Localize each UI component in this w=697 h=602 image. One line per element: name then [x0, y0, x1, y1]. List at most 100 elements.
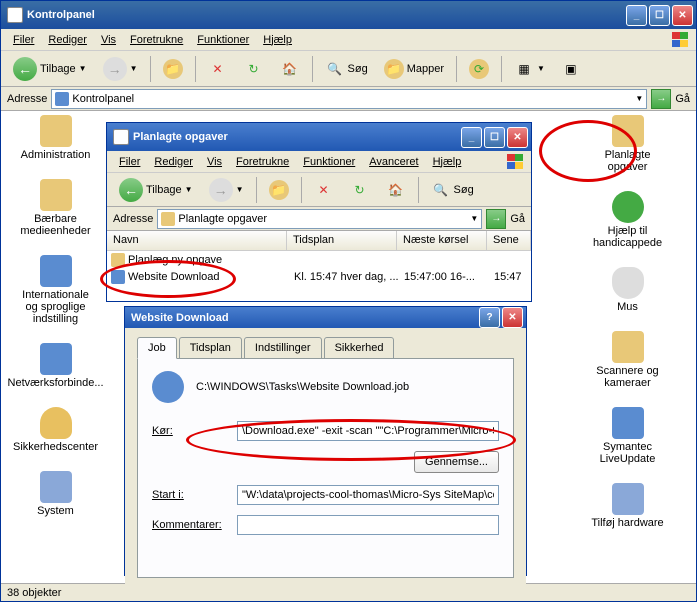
folder-icon — [161, 212, 175, 226]
tasks-up-button[interactable]: 📁 — [263, 176, 295, 204]
toolbar: ←Tilbage▼ →▼ 📁 ✕ ↻ 🏠 🔍Søg 📁Mapper ⟳ ▦▼ ▣ — [1, 51, 696, 87]
close-button[interactable]: ✕ — [672, 5, 693, 26]
dlg-tabs: Job Tidsplan Indstillinger Sikkerhed — [137, 337, 514, 359]
minimize-button[interactable]: _ — [626, 5, 647, 26]
comments-label: Kommentarer: — [152, 519, 227, 531]
task-row-website-download[interactable]: Website Download Kl. 15:47 hver dag, ...… — [107, 268, 531, 285]
dlg-close-button[interactable]: ✕ — [502, 307, 523, 328]
dlg-titlebar[interactable]: Website Download ? ✕ — [125, 307, 526, 328]
job-path: C:\WINDOWS\Tasks\Website Download.job — [196, 381, 409, 393]
icon-system[interactable]: System — [16, 471, 96, 517]
tasks-menu-foretrukne[interactable]: Foretrukne — [230, 154, 295, 170]
icon-internationale[interactable]: Internationale og sproglige indstilling — [16, 255, 96, 325]
go-button[interactable]: → — [651, 89, 671, 109]
menu-hjaelp[interactable]: Hjælp — [257, 32, 298, 48]
tasks-list: Planlæg ny opgave Website Download Kl. 1… — [107, 251, 531, 301]
stop-button[interactable]: ✕ — [202, 55, 234, 83]
new-task-icon — [111, 253, 125, 267]
dlg-title: Website Download — [131, 312, 229, 324]
icon-hjaelp-handicap[interactable]: Hjælp til handicappede — [588, 191, 668, 249]
tasks-stop-button[interactable]: ✕ — [308, 176, 340, 204]
tasks-window: Planlagte opgaver _ ☐ ✕ Filer Rediger Vi… — [106, 122, 532, 302]
tasks-go-button[interactable]: → — [486, 209, 506, 229]
icon-scannere[interactable]: Scannere og kameraer — [588, 331, 668, 389]
col-naeste[interactable]: Næste kørsel — [397, 231, 487, 250]
icon-netvaerk[interactable]: Netværksforbinde... — [16, 343, 96, 389]
up-button[interactable]: 📁 — [157, 55, 189, 83]
col-navn[interactable]: Navn — [107, 231, 287, 250]
browse-button[interactable]: Gennemse... — [414, 451, 499, 473]
tasks-address-bar: Adresse Planlagte opgaver▼ → Gå — [107, 207, 531, 231]
startin-input[interactable] — [237, 485, 499, 505]
forward-button[interactable]: →▼ — [97, 53, 144, 85]
dlg-help-button[interactable]: ? — [479, 307, 500, 328]
address-label: Adresse — [7, 93, 47, 105]
fullscreen-button[interactable]: ▣ — [555, 55, 587, 83]
icon-symantec[interactable]: Symantec LiveUpdate — [588, 407, 668, 465]
tasks-address-input[interactable]: Planlagte opgaver▼ — [157, 209, 482, 229]
menu-filer[interactable]: Filer — [7, 32, 40, 48]
tasks-back-button[interactable]: ←Tilbage▼ — [113, 174, 199, 206]
run-input[interactable] — [237, 421, 499, 441]
task-icon — [111, 270, 125, 284]
search-button[interactable]: 🔍Søg — [319, 55, 374, 83]
window-title: Kontrolpanel — [27, 9, 95, 21]
left-icon-column: Administration Bærbare medieenheder Inte… — [13, 115, 98, 517]
col-tidsplan[interactable]: Tidsplan — [287, 231, 397, 250]
menu-funktioner[interactable]: Funktioner — [191, 32, 255, 48]
titlebar[interactable]: Kontrolpanel _ ☐ ✕ — [1, 1, 696, 29]
icon-tilfoej-hardware[interactable]: Tilføj hardware — [588, 483, 668, 529]
startin-label: Start i: — [152, 489, 227, 501]
windows-flag-icon — [507, 154, 527, 170]
tab-tidsplan[interactable]: Tidsplan — [179, 337, 242, 359]
tasks-refresh-button[interactable]: ↻ — [344, 176, 376, 204]
tab-pane-job: C:\WINDOWS\Tasks\Website Download.job Kø… — [137, 358, 514, 578]
globe-icon — [152, 371, 184, 403]
tasks-menu-funktioner[interactable]: Funktioner — [297, 154, 361, 170]
dlg-body: Job Tidsplan Indstillinger Sikkerhed C:\… — [125, 328, 526, 586]
folders-button[interactable]: 📁Mapper — [378, 55, 450, 83]
tab-job[interactable]: Job — [137, 337, 177, 359]
menu-vis[interactable]: Vis — [95, 32, 122, 48]
views-button[interactable]: ▦▼ — [508, 55, 551, 83]
menu-foretrukne[interactable]: Foretrukne — [124, 32, 189, 48]
icon-planlagte-opgaver[interactable]: Planlagte opgaver — [588, 115, 668, 173]
run-label: Kør: — [152, 425, 227, 437]
task-properties-dialog: Website Download ? ✕ Job Tidsplan Indsti… — [124, 306, 527, 576]
icon-sikkerhed[interactable]: Sikkerhedscenter — [16, 407, 96, 453]
menu-rediger[interactable]: Rediger — [42, 32, 93, 48]
maximize-button[interactable]: ☐ — [649, 5, 670, 26]
tasks-menu-rediger[interactable]: Rediger — [148, 154, 199, 170]
icon-baerbare[interactable]: Bærbare medieenheder — [16, 179, 96, 237]
sync-button[interactable]: ⟳ — [463, 55, 495, 83]
tasks-menu-vis[interactable]: Vis — [201, 154, 228, 170]
icon-mus[interactable]: Mus — [588, 267, 668, 313]
comments-input[interactable] — [237, 515, 499, 535]
icon-administration[interactable]: Administration — [16, 115, 96, 161]
address-input[interactable]: Kontrolpanel▼ — [51, 89, 647, 109]
refresh-button[interactable]: ↻ — [238, 55, 270, 83]
go-label: Gå — [675, 93, 690, 105]
address-bar: Adresse Kontrolpanel▼ → Gå — [1, 87, 696, 111]
tasks-titlebar[interactable]: Planlagte opgaver _ ☐ ✕ — [107, 123, 531, 151]
tab-indstillinger[interactable]: Indstillinger — [244, 337, 322, 359]
app-icon — [7, 7, 23, 23]
tasks-minimize-button[interactable]: _ — [461, 127, 482, 148]
col-seneste[interactable]: Sene — [487, 231, 531, 250]
tasks-menu-avanceret[interactable]: Avanceret — [363, 154, 424, 170]
tasks-menu-hjaelp[interactable]: Hjælp — [427, 154, 468, 170]
tasks-search-button[interactable]: 🔍Søg — [425, 176, 480, 204]
tasks-menu-filer[interactable]: Filer — [113, 154, 146, 170]
home-button[interactable]: 🏠 — [274, 55, 306, 83]
tasks-column-headers: Navn Tidsplan Næste kørsel Sene — [107, 231, 531, 251]
right-icon-column: Planlagte opgaver Hjælp til handicappede… — [585, 115, 670, 529]
tasks-home-button[interactable]: 🏠 — [380, 176, 412, 204]
tasks-title: Planlagte opgaver — [133, 131, 228, 143]
back-button[interactable]: ←Tilbage▼ — [7, 53, 93, 85]
task-row-new[interactable]: Planlæg ny opgave — [107, 251, 531, 268]
tasks-close-button[interactable]: ✕ — [507, 127, 528, 148]
tab-sikkerhed[interactable]: Sikkerhed — [324, 337, 395, 359]
controlpanel-icon — [55, 92, 69, 106]
tasks-forward-button[interactable]: →▼ — [203, 174, 250, 206]
tasks-maximize-button[interactable]: ☐ — [484, 127, 505, 148]
